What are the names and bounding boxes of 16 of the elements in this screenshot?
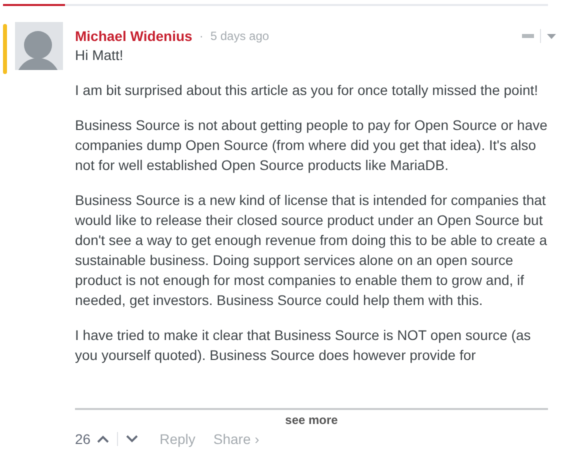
see-more-button[interactable]: see more	[285, 413, 338, 427]
comment-paragraph: Business Source is a new kind of license that is intended for companies that would like to release their closed source product under an Open Source but don't see a way to get enough revenue from doing this to be able to create a sustainable business. Doing support services alone on an open source product is not enough for most companies to enable them to grow and, if needed, get investors. Business Source could help them with this.	[75, 191, 548, 310]
separator: ·	[199, 29, 204, 43]
comment-paragraph: Hi Matt!	[75, 46, 124, 65]
timestamp[interactable]: 5 days ago	[210, 29, 270, 43]
comment-paragraph: I have tried to make it clear that Business Source is NOT open source (as you yourself quoted). Business Source does however provide for	[75, 326, 532, 365]
comment-paragraph: Business Source is not about getting people to pay for Open Source or have companies dump Open Source (from where did you get that idea). It's also not for well established Open Source products like MariaDB.	[75, 116, 548, 175]
comment-paragraph: I am bit surprised about this article as you for once totally missed the point!	[75, 81, 540, 100]
caret-icon[interactable]	[547, 34, 556, 38]
downvote-icon[interactable]	[126, 435, 138, 443]
author-name[interactable]: Michael Widenius	[75, 28, 192, 44]
share-link[interactable]: Share ›	[213, 431, 260, 447]
avatar-icon	[15, 22, 63, 70]
upvote-icon[interactable]	[96, 435, 109, 443]
vote-count: 26	[75, 431, 91, 447]
reply-link[interactable]: Reply	[160, 431, 196, 447]
